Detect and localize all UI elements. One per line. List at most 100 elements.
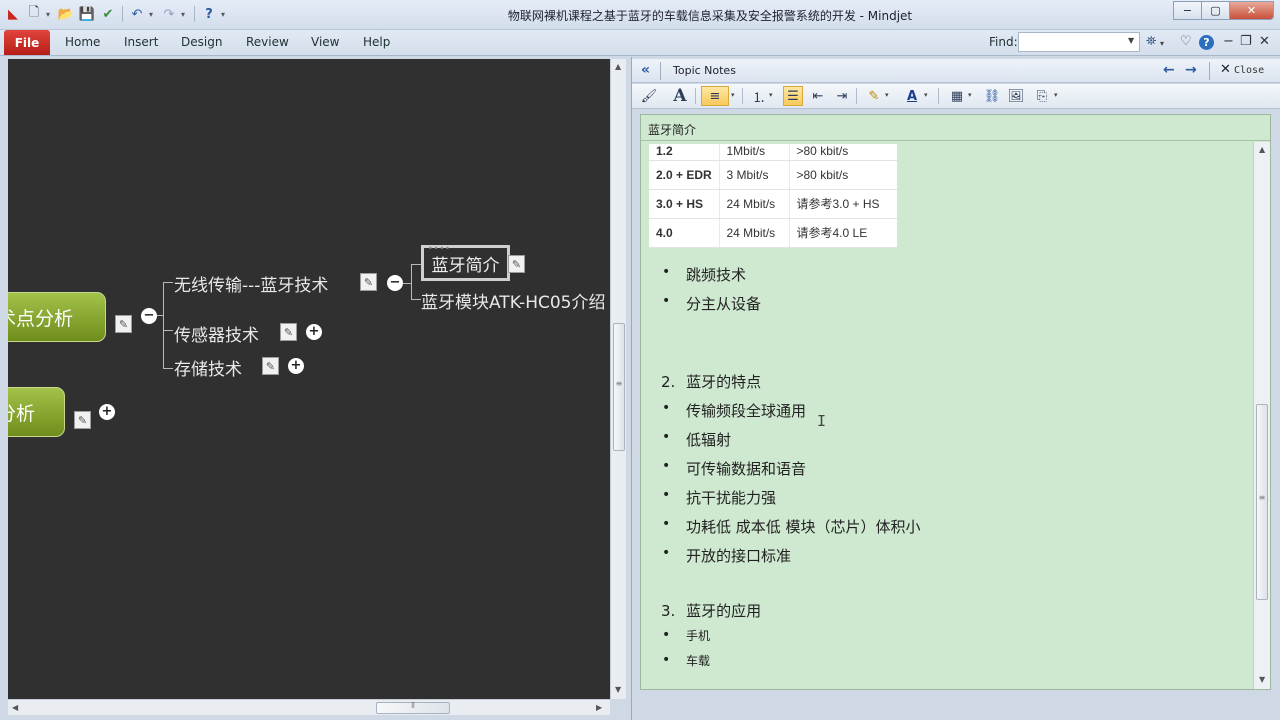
note-icon[interactable]: ✎ bbox=[508, 255, 525, 273]
map-horizontal-scrollbar[interactable]: ◀ ⦀ ▶ bbox=[8, 699, 610, 715]
insert-dropdown-icon[interactable]: ▾ bbox=[1054, 91, 1058, 99]
list-item: 手机 bbox=[662, 627, 710, 644]
collapse-button[interactable]: − bbox=[387, 275, 403, 291]
map-canvas[interactable]: 术点分析 ✎ − 无线传输---蓝牙技术 ✎ − •••• 蓝牙简介 ✎ 蓝牙模… bbox=[8, 59, 610, 699]
redo-dropdown-icon[interactable]: ▾ bbox=[181, 10, 189, 19]
highlight-dropdown-icon[interactable]: ▾ bbox=[885, 91, 889, 99]
main-topic-analysis[interactable]: 分析 bbox=[8, 387, 65, 437]
subtopic-sensor[interactable]: 传感器技术 bbox=[174, 321, 259, 346]
image-icon[interactable]: 🖼 bbox=[1006, 86, 1026, 106]
map-vertical-scrollbar[interactable]: ▲ ≡ ▼ bbox=[610, 59, 626, 699]
expand-button[interactable]: + bbox=[288, 358, 304, 374]
table-icon[interactable]: ▦ bbox=[947, 86, 967, 106]
collapse-ribbon-icon[interactable]: ♡ bbox=[1180, 34, 1192, 49]
font-color-dropdown-icon[interactable]: ▾ bbox=[924, 91, 928, 99]
save-check-icon[interactable]: ✔ bbox=[99, 5, 117, 23]
doc-minimize-icon[interactable]: − bbox=[1223, 34, 1234, 49]
minimize-button[interactable]: − bbox=[1173, 1, 1202, 20]
tab-home[interactable]: Home bbox=[65, 35, 100, 49]
hyperlink-icon[interactable]: ⛓ bbox=[982, 86, 1002, 106]
previous-note-icon[interactable]: ← bbox=[1163, 62, 1175, 78]
help-icon[interactable]: ? bbox=[200, 5, 218, 23]
next-note-icon[interactable]: → bbox=[1185, 62, 1197, 78]
tab-insert[interactable]: Insert bbox=[124, 35, 158, 49]
map-hscroll-thumb[interactable]: ⦀ bbox=[376, 701, 450, 714]
notes-editor[interactable]: 蓝牙简介 1.2 1Mbit/s >80 kbit/s 2.0 + EDR 3 … bbox=[640, 114, 1271, 690]
find-input[interactable] bbox=[1018, 32, 1140, 52]
find-dropdown-icon[interactable]: ▼ bbox=[1128, 36, 1134, 45]
list-item-text: 可传输数据和语音 bbox=[686, 460, 807, 478]
numbered-list-icon[interactable]: ⒈ bbox=[749, 86, 769, 106]
scroll-down-icon[interactable]: ▼ bbox=[1259, 675, 1265, 684]
branch-line bbox=[163, 282, 173, 283]
note-icon[interactable]: ✎ bbox=[262, 357, 279, 375]
save-icon[interactable]: 💾 bbox=[78, 5, 96, 23]
new-document-icon[interactable]: 🗋 bbox=[25, 5, 43, 23]
new-dropdown-icon[interactable]: ▾ bbox=[46, 10, 54, 19]
expand-button[interactable]: + bbox=[99, 404, 115, 420]
font-icon[interactable]: A bbox=[670, 86, 690, 106]
bluetooth-version-table: 1.2 1Mbit/s >80 kbit/s 2.0 + EDR 3 Mbit/… bbox=[649, 144, 897, 248]
close-window-button[interactable]: ✕ bbox=[1229, 1, 1274, 20]
expand-button[interactable]: + bbox=[306, 324, 322, 340]
collapse-pane-icon[interactable]: « bbox=[641, 62, 650, 78]
tab-view[interactable]: View bbox=[311, 35, 339, 49]
map-vscroll-thumb[interactable]: ≡ bbox=[613, 323, 625, 451]
insert-object-icon[interactable]: ⎘ bbox=[1032, 86, 1052, 106]
redo-icon[interactable]: ↷ bbox=[160, 5, 178, 23]
align-left-icon[interactable]: ≡ bbox=[701, 86, 729, 106]
maximize-button[interactable]: ▢ bbox=[1201, 1, 1230, 20]
find-options-dropdown-icon[interactable]: ▾ bbox=[1160, 39, 1164, 48]
undo-icon[interactable]: ↶ bbox=[128, 5, 146, 23]
collapse-button[interactable]: − bbox=[141, 308, 157, 324]
doc-close-icon[interactable]: ✕ bbox=[1259, 34, 1270, 49]
bullet-list-icon[interactable]: ☰ bbox=[783, 86, 803, 106]
customize-dropdown-icon[interactable]: ▾ bbox=[221, 10, 229, 19]
tab-help[interactable]: Help bbox=[363, 35, 390, 49]
undo-dropdown-icon[interactable]: ▾ bbox=[149, 10, 157, 19]
close-notes-icon[interactable]: ✕ bbox=[1220, 62, 1231, 77]
table-cell: 请参考3.0 + HS bbox=[788, 189, 897, 219]
scroll-left-icon[interactable]: ◀ bbox=[12, 703, 18, 712]
increase-indent-icon[interactable]: ⇥ bbox=[832, 86, 852, 106]
doc-restore-icon[interactable]: ❐ bbox=[1240, 34, 1252, 49]
tab-design[interactable]: Design bbox=[181, 35, 222, 49]
note-icon[interactable]: ✎ bbox=[360, 273, 377, 291]
list-item: 低辐射 bbox=[662, 429, 731, 450]
notes-vertical-scrollbar[interactable]: ▲ ≡ ▼ bbox=[1253, 142, 1270, 689]
mindjet-logo-icon: ◣ bbox=[8, 6, 18, 22]
divider bbox=[1209, 62, 1210, 80]
main-topic-technical-analysis[interactable]: 术点分析 bbox=[8, 292, 106, 342]
note-icon[interactable]: ✎ bbox=[280, 323, 297, 341]
help-round-icon[interactable]: ? bbox=[1199, 35, 1214, 50]
open-folder-icon[interactable]: 📂 bbox=[57, 5, 75, 23]
table-dropdown-icon[interactable]: ▾ bbox=[968, 91, 972, 99]
note-topic-name: 蓝牙简介 bbox=[641, 115, 1270, 141]
note-icon[interactable]: ✎ bbox=[115, 315, 132, 333]
subtopic-storage[interactable]: 存储技术 bbox=[174, 355, 242, 380]
numbered-list-dropdown-icon[interactable]: ▾ bbox=[769, 91, 773, 99]
quick-access-toolbar: ◣ 🗋 ▾ 📂 💾 ✔ ↶ ▾ ↷ ▾ ? ▾ bbox=[4, 5, 229, 23]
close-notes-button[interactable]: Close bbox=[1234, 65, 1264, 76]
highlight-icon[interactable]: ✎ bbox=[864, 86, 884, 106]
child-topic-bluetooth-intro[interactable]: •••• 蓝牙简介 bbox=[421, 244, 510, 281]
subtopic-wireless[interactable]: 无线传输---蓝牙技术 bbox=[174, 271, 328, 296]
font-color-icon[interactable]: A bbox=[902, 86, 922, 106]
scroll-up-icon[interactable]: ▲ bbox=[1259, 145, 1265, 154]
tab-review[interactable]: Review bbox=[246, 35, 289, 49]
window-title: 物联网裸机课程之基于蓝牙的车载信息采集及安全报警系统的开发 - Mindjet bbox=[507, 9, 913, 23]
tab-file[interactable]: File bbox=[4, 30, 50, 55]
format-painter-icon[interactable]: 🖌 bbox=[639, 86, 659, 106]
scroll-down-icon[interactable]: ▼ bbox=[615, 685, 621, 694]
scroll-up-icon[interactable]: ▲ bbox=[615, 62, 621, 71]
binoculars-icon[interactable]: ⛯ bbox=[1146, 34, 1156, 49]
note-icon[interactable]: ✎ bbox=[74, 411, 91, 429]
scroll-right-icon[interactable]: ▶ bbox=[596, 703, 602, 712]
child-topic-bluetooth-module[interactable]: 蓝牙模块ATK-HC05介绍 bbox=[421, 288, 605, 313]
note-content[interactable]: 1.2 1Mbit/s >80 kbit/s 2.0 + EDR 3 Mbit/… bbox=[641, 142, 1253, 689]
decrease-indent-icon[interactable]: ⇤ bbox=[808, 86, 828, 106]
grip-icon: ⦀ bbox=[411, 701, 415, 710]
notes-vscroll-thumb[interactable]: ≡ bbox=[1256, 404, 1268, 600]
selection-handle[interactable]: •••• bbox=[428, 244, 451, 253]
align-dropdown-icon[interactable]: ▾ bbox=[731, 91, 735, 99]
